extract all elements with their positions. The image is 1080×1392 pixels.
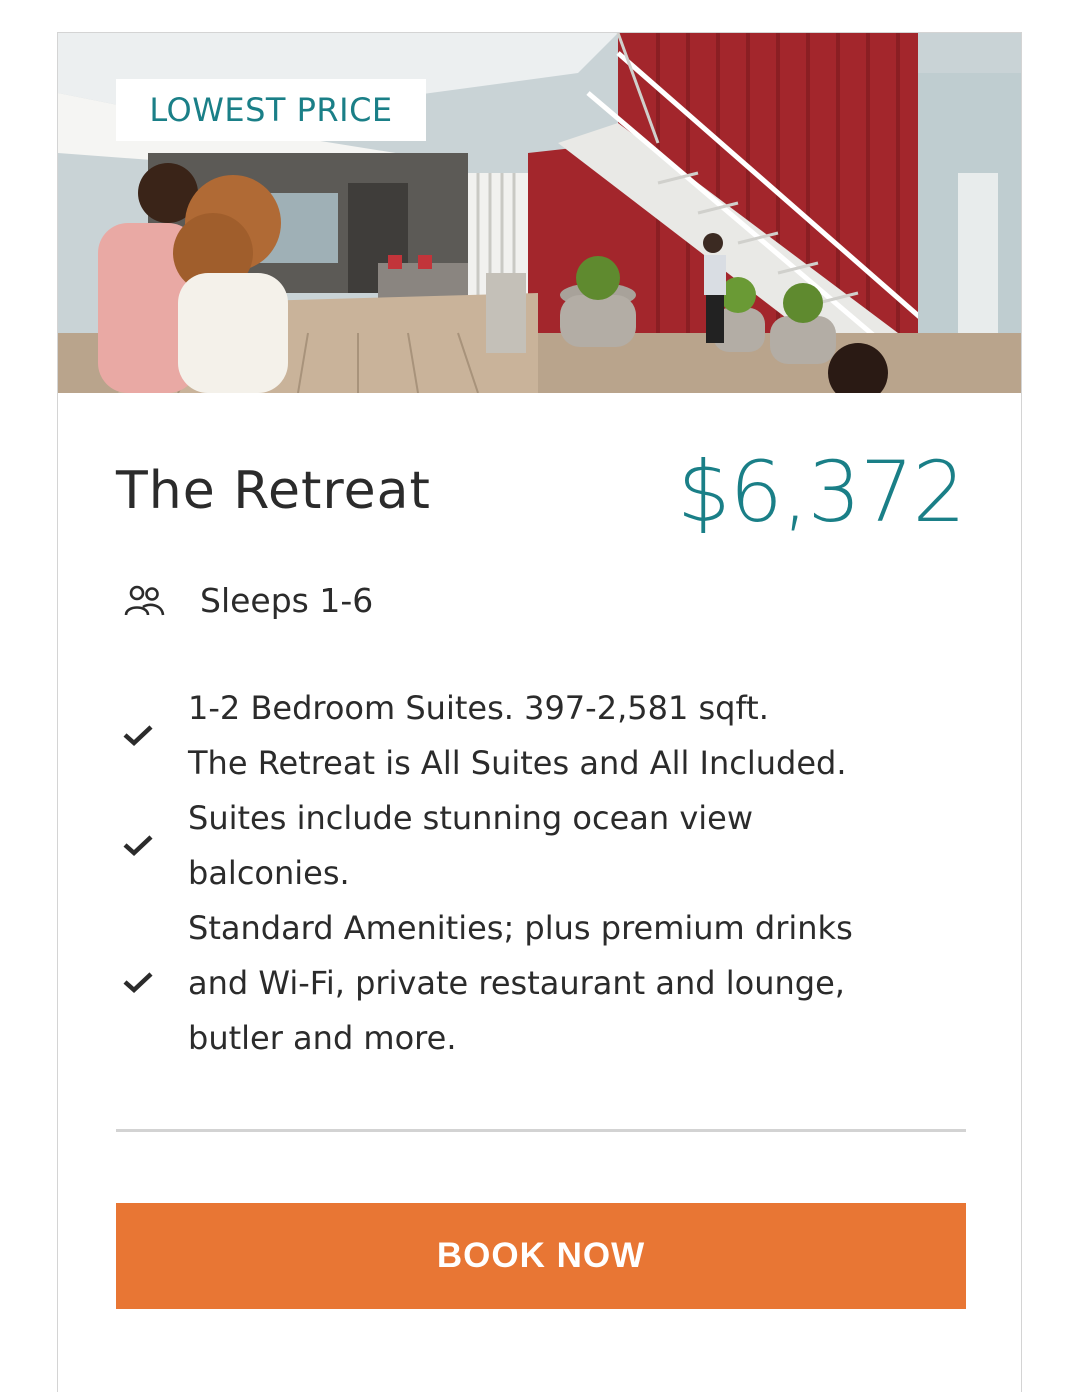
feature-item: Suites include stunning ocean view balco… xyxy=(116,791,976,901)
check-icon xyxy=(122,956,158,1011)
book-now-button[interactable]: BOOK NOW xyxy=(116,1203,966,1309)
people-icon xyxy=(124,583,166,619)
suite-photo: LOWEST PRICE xyxy=(58,33,1021,393)
suite-card: LOWEST PRICE The Retreat $6,372 Sleeps 1… xyxy=(57,32,1022,1392)
feature-text: Standard Amenities; plus premium drinks … xyxy=(188,909,853,1057)
lowest-price-badge: LOWEST PRICE xyxy=(116,79,426,141)
divider xyxy=(116,1129,966,1132)
sleeps-row: Sleeps 1-6 xyxy=(124,581,373,620)
feature-item: Standard Amenities; plus premium drinks … xyxy=(116,901,976,1066)
suite-title: The Retreat xyxy=(116,461,431,521)
check-icon xyxy=(122,819,158,874)
sleeps-label: Sleeps 1-6 xyxy=(200,581,374,620)
feature-text: Suites include stunning ocean view balco… xyxy=(188,799,753,892)
check-icon xyxy=(122,709,158,764)
feature-item: 1-2 Bedroom Suites. 397-2,581 sqft. The … xyxy=(116,681,976,791)
suite-price: $6,372 xyxy=(677,443,966,541)
feature-text: 1-2 Bedroom Suites. 397-2,581 sqft. The … xyxy=(188,689,847,782)
feature-list: 1-2 Bedroom Suites. 397-2,581 sqft. The … xyxy=(116,681,976,1066)
